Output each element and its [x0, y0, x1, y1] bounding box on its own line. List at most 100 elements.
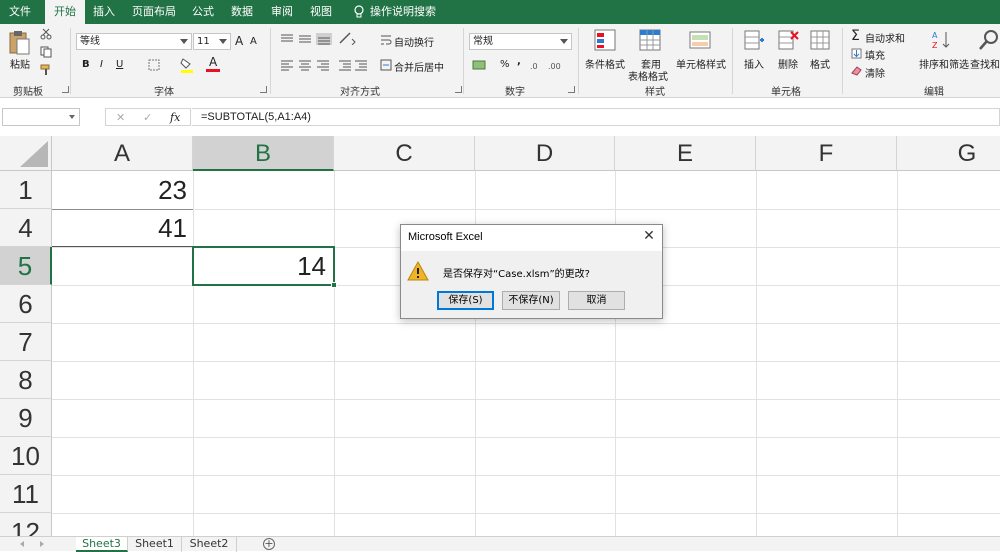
borders-icon[interactable] — [148, 59, 160, 71]
horizontal-align-icons[interactable] — [280, 59, 332, 71]
row-header-1[interactable]: 1 — [0, 171, 52, 209]
cell-styles-button[interactable]: 单元格样式 — [676, 56, 726, 71]
tab-page-layout[interactable]: 页面布局 — [127, 0, 181, 24]
tab-home[interactable]: 开始 — [45, 0, 85, 24]
accounting-format-icon[interactable] — [472, 59, 486, 71]
tab-data[interactable]: 数据 — [225, 0, 259, 24]
row-header-12[interactable]: 12 — [0, 513, 52, 536]
number-launcher-icon[interactable] — [568, 86, 575, 93]
percent-style-button[interactable]: % — [500, 59, 510, 70]
insert-cells-icon[interactable] — [743, 29, 765, 51]
conditional-formatting-icon[interactable] — [594, 29, 616, 51]
alignment-launcher-icon[interactable] — [455, 86, 462, 93]
column-header-e[interactable]: E — [615, 136, 756, 171]
cell-styles-icon[interactable] — [689, 29, 711, 51]
tell-me-search[interactable]: 操作说明搜索 — [370, 0, 436, 24]
comma-style-button[interactable]: , — [517, 56, 521, 67]
font-size-select[interactable]: 11 — [193, 33, 231, 50]
tab-insert[interactable]: 插入 — [85, 0, 123, 24]
find-select-button[interactable]: 查找和 — [970, 56, 1000, 71]
row-header-5[interactable]: 5 — [0, 247, 52, 285]
sheet-tab-sheet3[interactable]: Sheet3 — [76, 537, 128, 552]
sheet-prev-icon[interactable] — [20, 541, 24, 547]
decimal-buttons-icon[interactable]: .0 .00 — [530, 59, 566, 71]
wrap-text-button[interactable]: 自动换行 — [394, 34, 434, 49]
conditional-formatting-button[interactable]: 条件格式 — [585, 56, 625, 71]
tab-file[interactable]: 文件 — [0, 0, 40, 24]
font-color-icon[interactable]: A — [206, 55, 220, 73]
row-header-4[interactable]: 4 — [0, 209, 52, 247]
grow-font-button[interactable]: A — [235, 34, 243, 48]
clear-button[interactable]: 清除 — [865, 65, 885, 80]
column-header-f[interactable]: F — [756, 136, 897, 171]
clipboard-launcher-icon[interactable] — [62, 86, 69, 93]
cell-a4[interactable]: 41 — [52, 209, 193, 247]
cut-icon[interactable] — [40, 28, 52, 40]
sigma-icon[interactable]: Σ — [851, 28, 860, 44]
sheet-tab-sheet1[interactable]: Sheet1 — [128, 537, 182, 552]
close-icon[interactable]: ✕ — [642, 229, 656, 243]
bold-button[interactable]: B — [82, 59, 90, 70]
vertical-align-icons[interactable] — [280, 33, 332, 45]
row-header-10[interactable]: 10 — [0, 437, 52, 475]
merge-center-button[interactable]: 合并后居中 — [394, 59, 444, 74]
indent-icons[interactable] — [338, 59, 368, 71]
lightbulb-icon[interactable] — [354, 5, 364, 19]
add-sheet-button[interactable]: + — [263, 538, 275, 550]
orientation-icon[interactable] — [338, 31, 356, 45]
format-cells-icon[interactable] — [809, 29, 831, 51]
column-header-g[interactable]: G — [897, 136, 1000, 171]
row-header-6[interactable]: 6 — [0, 285, 52, 323]
copy-icon[interactable] — [40, 46, 52, 58]
row-header-8[interactable]: 8 — [0, 361, 52, 399]
font-name-select[interactable]: 等线 — [76, 33, 192, 50]
column-header-d[interactable]: D — [475, 136, 615, 171]
sheet-tab-sheet2[interactable]: Sheet2 — [182, 537, 237, 552]
delete-cells-button[interactable]: 删除 — [778, 56, 798, 71]
enter-icon[interactable]: ✓ — [143, 111, 152, 124]
delete-cells-icon[interactable] — [777, 29, 799, 51]
row-header-9[interactable]: 9 — [0, 399, 52, 437]
paste-icon[interactable] — [8, 29, 30, 57]
wrap-text-icon[interactable] — [380, 34, 392, 46]
paste-label[interactable]: 粘贴 — [10, 56, 30, 71]
formula-input[interactable]: =SUBTOTAL(5,A1:A4) — [192, 108, 1000, 126]
fill-handle[interactable] — [331, 282, 337, 288]
underline-button[interactable]: U — [116, 59, 123, 70]
number-format-select[interactable]: 常规 — [469, 33, 572, 50]
select-all-button[interactable] — [0, 136, 52, 171]
sort-filter-button[interactable]: 排序和筛选 — [919, 56, 969, 71]
fill-color-icon[interactable] — [180, 57, 194, 73]
fill-button[interactable]: 填充 — [865, 47, 885, 62]
cancel-button[interactable]: 取消 — [568, 291, 625, 310]
merge-center-icon[interactable] — [380, 59, 392, 71]
insert-function-icon[interactable]: fx — [170, 111, 180, 124]
shrink-font-button[interactable]: A — [250, 36, 257, 47]
fill-down-icon[interactable] — [851, 48, 862, 59]
column-header-c[interactable]: C — [334, 136, 475, 171]
format-cells-button[interactable]: 格式 — [810, 56, 830, 71]
row-header-11[interactable]: 11 — [0, 475, 52, 513]
name-box-dropdown-icon[interactable] — [69, 115, 75, 119]
format-as-table-label-2[interactable]: 表格格式 — [628, 68, 668, 83]
cell-a1[interactable]: 23 — [52, 171, 193, 209]
italic-button[interactable]: I — [100, 59, 103, 70]
insert-cells-button[interactable]: 插入 — [744, 56, 764, 71]
find-select-icon[interactable] — [978, 29, 1000, 51]
tab-view[interactable]: 视图 — [304, 0, 338, 24]
format-as-table-icon[interactable] — [639, 29, 661, 51]
dont-save-button[interactable]: 不保存(N) — [502, 291, 560, 310]
tab-formulas[interactable]: 公式 — [186, 0, 220, 24]
sheet-next-icon[interactable] — [40, 541, 44, 547]
name-box[interactable] — [2, 108, 80, 126]
tab-review[interactable]: 审阅 — [265, 0, 299, 24]
font-launcher-icon[interactable] — [260, 86, 267, 93]
cancel-icon[interactable]: ✕ — [116, 111, 125, 124]
autosum-button[interactable]: 自动求和 — [865, 30, 905, 45]
row-header-7[interactable]: 7 — [0, 323, 52, 361]
save-button[interactable]: 保存(S) — [437, 291, 494, 310]
column-header-a[interactable]: A — [52, 136, 193, 171]
sort-filter-icon[interactable]: AZ — [930, 29, 952, 51]
eraser-icon[interactable] — [851, 65, 862, 76]
format-painter-icon[interactable] — [40, 64, 52, 76]
